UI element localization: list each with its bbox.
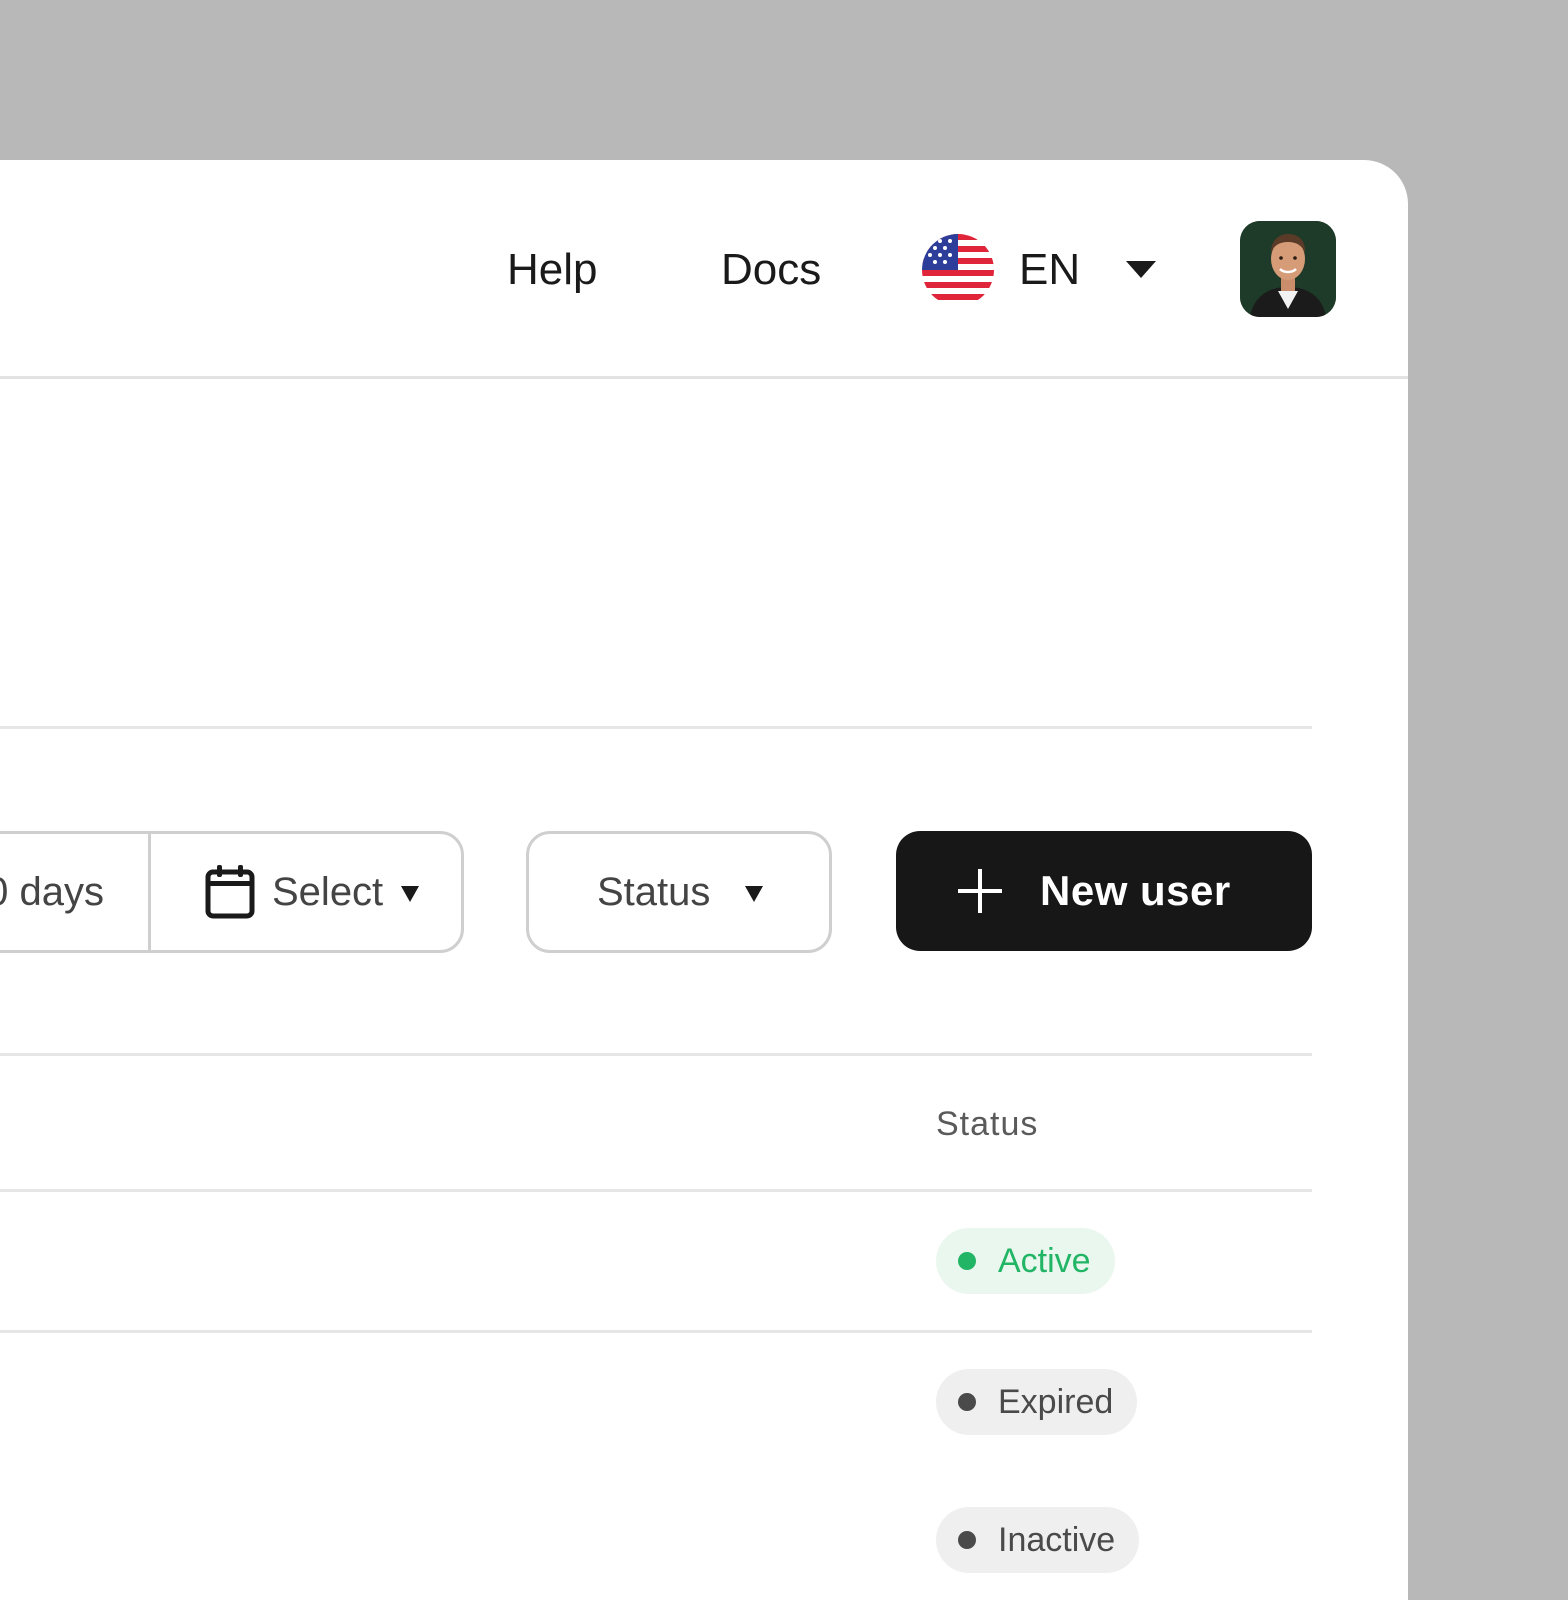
status-dot-icon [958, 1393, 976, 1411]
caret-down-icon [745, 886, 763, 902]
us-flag-icon [922, 234, 994, 306]
user-avatar-icon [1240, 221, 1336, 317]
top-bar: Help Docs EN [0, 160, 1408, 379]
calendar-icon [205, 865, 255, 919]
app-window: Help Docs EN days Select Status New user… [0, 160, 1408, 1600]
status-text: Expired [998, 1383, 1114, 1421]
status-filter-dropdown[interactable]: Status [526, 831, 832, 953]
plus-icon [958, 869, 1002, 913]
status-filter-label: Status [597, 870, 711, 914]
caret-down-icon [401, 886, 419, 902]
status-dot-icon [958, 1531, 976, 1549]
table-top-divider [0, 1053, 1312, 1056]
date-range-label: 0 days [0, 870, 104, 914]
date-select-button[interactable]: Select [151, 834, 461, 950]
column-header-status: Status [936, 1105, 1039, 1143]
language-selector[interactable]: EN [922, 232, 1157, 308]
date-range-filter: 0 days Select [0, 831, 464, 953]
new-user-label: New user [1040, 867, 1231, 914]
status-badge: Active [936, 1228, 1115, 1294]
date-select-label: Select [272, 870, 384, 914]
status-text: Active [998, 1242, 1091, 1280]
status-text: Inactive [998, 1521, 1116, 1559]
status-dot-icon [958, 1252, 976, 1270]
help-link[interactable]: Help [507, 242, 598, 298]
avatar[interactable] [1240, 221, 1336, 317]
status-badge: Inactive [936, 1507, 1140, 1573]
date-range-option[interactable]: 0 days [0, 834, 151, 950]
table-header-divider [0, 1189, 1312, 1192]
section-divider [0, 726, 1312, 729]
docs-link[interactable]: Docs [721, 242, 821, 298]
chevron-down-icon [1126, 261, 1157, 278]
status-badge: Expired [936, 1369, 1138, 1435]
language-code: EN [1019, 245, 1081, 294]
table-row-divider [0, 1330, 1312, 1333]
new-user-button[interactable]: New user [896, 831, 1312, 951]
